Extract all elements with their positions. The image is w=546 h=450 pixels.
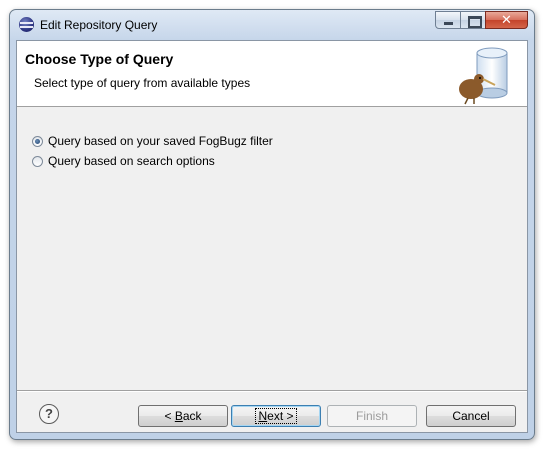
dialog-window: Edit Repository Query ✕ Choose Type of Q… [9, 9, 535, 440]
close-button[interactable]: ✕ [485, 11, 528, 29]
back-button[interactable]: < Back [138, 405, 228, 427]
back-button-label: ack [182, 409, 202, 423]
next-button-focus: Next > [255, 408, 297, 424]
option-search-options[interactable]: Query based on search options [32, 151, 273, 171]
minimize-button[interactable] [435, 11, 461, 29]
next-button-label: ext > [267, 409, 294, 423]
window-controls: ✕ [435, 11, 528, 29]
next-button-mnemonic: N [258, 409, 268, 423]
wizard-banner: Choose Type of Query Select type of quer… [17, 41, 527, 107]
help-icon[interactable]: ? [39, 404, 59, 424]
option-saved-filter[interactable]: Query based on your saved FogBugz filter [32, 131, 273, 151]
back-button-mnemonic: B [174, 409, 183, 423]
maximize-icon [468, 16, 482, 28]
repository-kiwi-icon [459, 47, 508, 105]
page-description: Select type of query from available type… [34, 76, 251, 90]
option-saved-filter-label: Query based on your saved FogBugz filter [48, 134, 273, 148]
maximize-button[interactable] [460, 11, 486, 29]
eclipse-app-icon [19, 17, 34, 32]
dialog-client-area: Choose Type of Query Select type of quer… [16, 40, 528, 433]
query-type-options: Query based on your saved FogBugz filter… [32, 131, 273, 171]
page-title: Choose Type of Query [25, 51, 174, 67]
title-bar[interactable]: Edit Repository Query ✕ [10, 10, 534, 40]
close-icon: ✕ [501, 12, 512, 27]
option-search-options-label: Query based on search options [48, 154, 215, 168]
radio-button-checked[interactable] [32, 135, 43, 147]
button-bar-separator [17, 390, 527, 392]
next-button[interactable]: Next > [231, 405, 321, 427]
window-title: Edit Repository Query [40, 18, 158, 32]
back-button-prefix: < [164, 409, 175, 423]
minimize-icon [444, 22, 453, 25]
cancel-button[interactable]: Cancel [426, 405, 516, 427]
finish-button[interactable]: Finish [327, 405, 417, 427]
radio-button-unchecked[interactable] [32, 155, 43, 167]
